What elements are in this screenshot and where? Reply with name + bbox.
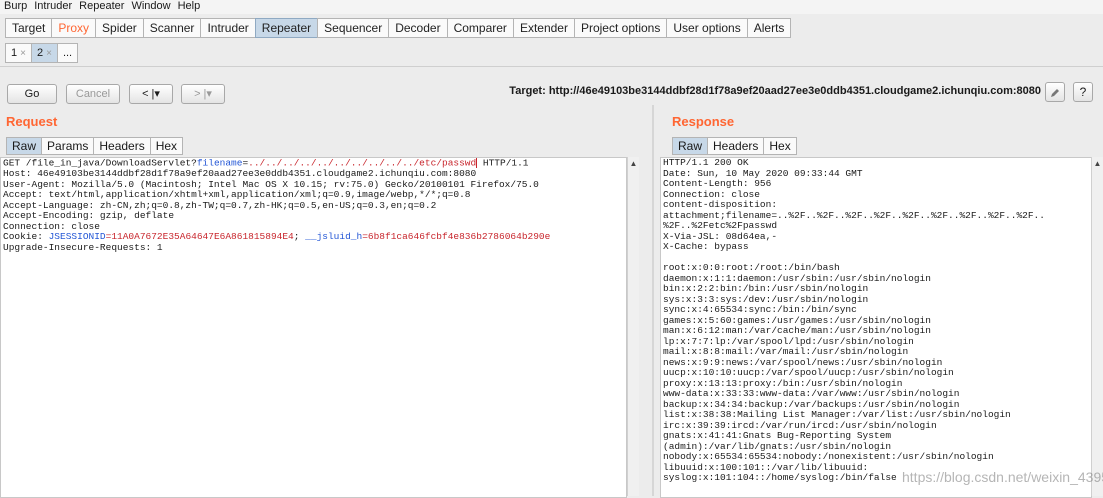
go-button[interactable]: Go bbox=[7, 84, 57, 104]
tab-user-options[interactable]: User options bbox=[666, 18, 748, 38]
cookie-key: __jsluid_h bbox=[305, 231, 363, 243]
request-tab-bar: Raw Params Headers Hex bbox=[6, 137, 184, 155]
help-button[interactable]: ? bbox=[1073, 82, 1093, 102]
response-tab-bar: Raw Headers Hex bbox=[672, 137, 797, 155]
response-tab-headers[interactable]: Headers bbox=[707, 137, 765, 155]
response-tab-raw[interactable]: Raw bbox=[672, 137, 709, 155]
response-tab-hex[interactable]: Hex bbox=[763, 137, 797, 155]
cookie-value: =6b8f1ca646fcbf4e836b2786064b290e bbox=[362, 231, 551, 243]
request-headers: Host: 46e49103be3144ddbf28d1f78a9ef20aad… bbox=[3, 168, 539, 232]
divider bbox=[0, 66, 1103, 67]
watermark: https://blog.csdn.net/weixin_43952190 bbox=[902, 469, 1103, 485]
param-name: filename bbox=[196, 157, 243, 169]
menu-bar: Burp Intruder Repeater Window Help bbox=[0, 0, 1103, 14]
back-button[interactable]: < |▾ bbox=[129, 84, 173, 104]
tab-alerts[interactable]: Alerts bbox=[746, 18, 792, 38]
new-repeater-tab-button[interactable]: ... bbox=[56, 43, 79, 63]
request-tab-headers[interactable]: Headers bbox=[93, 137, 151, 155]
edit-target-button[interactable] bbox=[1045, 82, 1065, 102]
repeater-tab-label: 2 bbox=[36, 47, 44, 59]
close-icon[interactable]: × bbox=[20, 48, 26, 59]
menu-burp[interactable]: Burp bbox=[0, 0, 30, 12]
request-editor[interactable]: GET /file_in_java/DownloadServlet?filena… bbox=[0, 157, 627, 498]
repeater-sub-tabs: 1 × 2 × ... bbox=[5, 43, 79, 63]
close-icon[interactable]: × bbox=[46, 48, 52, 59]
pane-splitter[interactable] bbox=[652, 105, 654, 496]
request-tab-hex[interactable]: Hex bbox=[149, 137, 184, 155]
cookie-value: =11A0A7672E35A64647E6A861815894E4 bbox=[105, 231, 294, 243]
cancel-button[interactable]: Cancel bbox=[66, 84, 120, 104]
cookie-key: JSESSIONID bbox=[48, 231, 106, 243]
tab-project-options[interactable]: Project options bbox=[573, 18, 668, 38]
request-title: Request bbox=[6, 114, 58, 129]
request-header-line: Upgrade-Insecure-Requests: 1 bbox=[3, 241, 163, 253]
response-scrollbar[interactable]: ▲ bbox=[1091, 157, 1103, 496]
tab-target[interactable]: Target bbox=[5, 18, 53, 38]
tab-sequencer[interactable]: Sequencer bbox=[317, 18, 390, 38]
tab-spider[interactable]: Spider bbox=[95, 18, 144, 38]
request-tab-raw[interactable]: Raw bbox=[6, 137, 43, 155]
param-value: ../../../../../../../../../../etc/passwd bbox=[248, 157, 477, 169]
menu-intruder[interactable]: Intruder bbox=[30, 0, 75, 12]
repeater-tab-2[interactable]: 2 × bbox=[30, 43, 58, 63]
tab-proxy[interactable]: Proxy bbox=[51, 18, 97, 38]
repeater-tab-label: 1 bbox=[11, 47, 18, 59]
response-text: HTTP/1.1 200 OK Date: Sun, 10 May 2020 0… bbox=[663, 157, 1045, 483]
scroll-up-icon[interactable]: ▲ bbox=[1093, 159, 1102, 168]
tab-decoder[interactable]: Decoder bbox=[388, 18, 448, 38]
menu-help[interactable]: Help bbox=[174, 0, 204, 12]
tab-comparer[interactable]: Comparer bbox=[446, 18, 514, 38]
request-text: GET /file_in_java/DownloadServlet?filena… bbox=[1, 158, 626, 253]
main-tab-bar: Target Proxy Spider Scanner Intruder Rep… bbox=[5, 18, 792, 38]
tab-intruder[interactable]: Intruder bbox=[200, 18, 256, 38]
tab-extender[interactable]: Extender bbox=[512, 18, 575, 38]
cookie-label: Cookie: bbox=[3, 231, 49, 243]
tab-scanner[interactable]: Scanner bbox=[142, 18, 202, 38]
menu-repeater[interactable]: Repeater bbox=[75, 0, 127, 12]
repeater-tab-1[interactable]: 1 × bbox=[5, 43, 32, 63]
request-line: GET /file_in_java/DownloadServlet? bbox=[3, 157, 197, 169]
response-editor[interactable]: HTTP/1.1 200 OK Date: Sun, 10 May 2020 0… bbox=[660, 157, 1092, 498]
tab-repeater[interactable]: Repeater bbox=[254, 18, 319, 38]
forward-button[interactable]: > |▾ bbox=[181, 84, 225, 104]
target-label: Target: http://46e49103be3144ddbf28d1f78… bbox=[509, 85, 1041, 97]
request-tab-params[interactable]: Params bbox=[41, 137, 95, 155]
pencil-icon bbox=[1051, 88, 1059, 97]
scroll-up-icon[interactable]: ▲ bbox=[629, 159, 638, 168]
http-version: HTTP/1.1 bbox=[477, 157, 529, 169]
menu-window[interactable]: Window bbox=[127, 0, 173, 12]
response-title: Response bbox=[672, 114, 735, 129]
request-scrollbar[interactable]: ▲ bbox=[627, 157, 639, 496]
cookie-separator: ; bbox=[293, 231, 306, 243]
